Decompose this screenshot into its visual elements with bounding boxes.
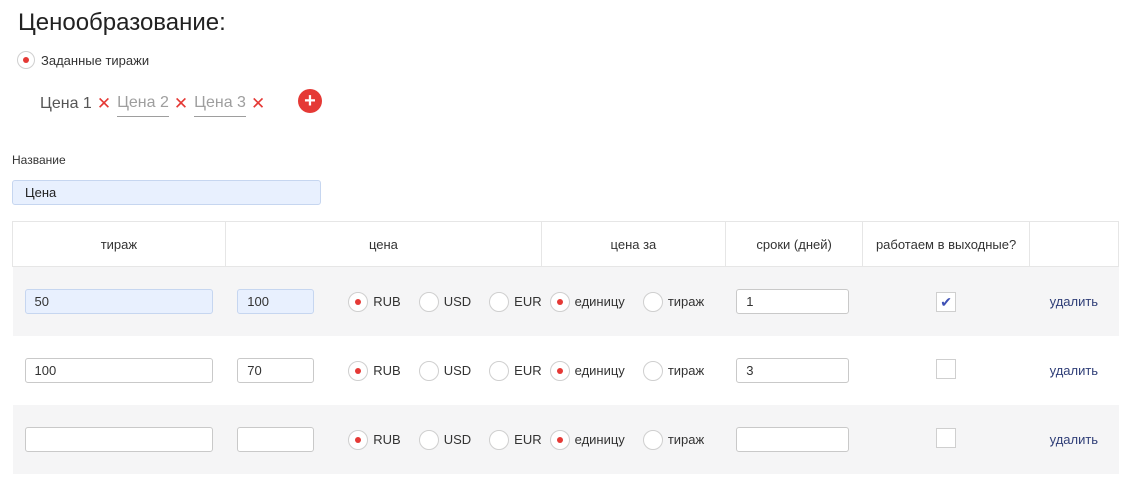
radio[interactable] xyxy=(418,360,439,381)
radio[interactable] xyxy=(348,429,369,450)
radio[interactable] xyxy=(489,429,510,450)
currency-option-eur[interactable]: EUR xyxy=(489,291,542,312)
option-label: EUR xyxy=(514,294,542,309)
currency-option-rub[interactable]: RUB xyxy=(348,291,401,312)
radio[interactable] xyxy=(549,291,570,312)
currency-option-eur[interactable]: EUR xyxy=(489,360,542,381)
table-row: RUB USD EUR единицу тираж ✔ удалить xyxy=(12,266,1119,336)
radio[interactable] xyxy=(549,360,570,381)
currency-option-eur[interactable]: EUR xyxy=(489,429,542,450)
close-icon[interactable]: ✕ xyxy=(251,94,265,117)
days-input[interactable] xyxy=(736,358,850,383)
weekend-checkbox[interactable] xyxy=(936,359,957,379)
option-label: USD xyxy=(443,363,472,378)
price-cell: RUB USD EUR xyxy=(225,289,542,314)
tab-price-3[interactable]: Цена 3 ✕ xyxy=(194,93,271,117)
option-label: RUB xyxy=(373,363,401,378)
option-label: EUR xyxy=(514,363,542,378)
price-input[interactable] xyxy=(237,358,315,383)
delete-link[interactable]: удалить xyxy=(1050,432,1098,447)
per-cell: единицу тираж xyxy=(542,429,726,450)
per-option-run[interactable]: тираж xyxy=(642,429,705,450)
currency-option-usd[interactable]: USD xyxy=(418,429,472,450)
radio[interactable] xyxy=(348,360,369,381)
tab-label[interactable]: Цена 2 xyxy=(117,93,169,117)
qty-input[interactable] xyxy=(24,427,213,452)
header-price-per: цена за xyxy=(541,221,726,267)
header-qty: тираж xyxy=(12,221,226,267)
currency-option-rub[interactable]: RUB xyxy=(348,360,401,381)
radio[interactable] xyxy=(348,291,369,312)
name-input[interactable] xyxy=(12,180,321,205)
option-label: тираж xyxy=(667,294,705,309)
per-option-unit[interactable]: единицу xyxy=(549,429,625,450)
price-tabs: Цена 1 ✕ Цена 2 ✕ Цена 3 ✕ xyxy=(40,93,271,117)
plus-icon[interactable]: + xyxy=(304,90,316,112)
pricing-mode-radio[interactable] xyxy=(17,51,35,69)
option-label: RUB xyxy=(373,432,401,447)
radio[interactable] xyxy=(549,429,570,450)
currency-option-usd[interactable]: USD xyxy=(418,360,472,381)
weekend-checkbox[interactable] xyxy=(936,428,957,448)
tab-price-2[interactable]: Цена 2 ✕ xyxy=(117,93,194,117)
radio[interactable] xyxy=(642,429,663,450)
per-option-unit[interactable]: единицу xyxy=(549,360,625,381)
per-option-run[interactable]: тираж xyxy=(642,291,705,312)
tab-label[interactable]: Цена 1 xyxy=(40,94,92,117)
radio[interactable] xyxy=(489,360,510,381)
currency-option-usd[interactable]: USD xyxy=(418,291,472,312)
tab-label[interactable]: Цена 3 xyxy=(194,93,246,117)
name-label: Название xyxy=(12,153,66,167)
per-cell: единицу тираж xyxy=(542,291,726,312)
option-label: тираж xyxy=(667,363,705,378)
per-cell: единицу тираж xyxy=(542,360,726,381)
table-header-row: тираж цена цена за сроки (днeй) работаем… xyxy=(12,221,1120,267)
per-option-run[interactable]: тираж xyxy=(642,360,705,381)
price-table: тираж цена цена за сроки (днeй) работаем… xyxy=(12,221,1120,474)
delete-link[interactable]: удалить xyxy=(1050,294,1098,309)
radio[interactable] xyxy=(418,291,439,312)
weekend-checkbox[interactable]: ✔ xyxy=(936,291,957,312)
option-label: тираж xyxy=(667,432,705,447)
tab-price-1[interactable]: Цена 1 ✕ xyxy=(40,94,117,117)
pricing-mode-option[interactable]: Заданные тиражи xyxy=(17,51,149,69)
table-row: RUB USD EUR единицу тираж удалить xyxy=(12,405,1119,474)
table-row: RUB USD EUR единицу тираж удалить xyxy=(12,336,1119,405)
price-input[interactable] xyxy=(237,289,315,314)
checkmark-icon: ✔ xyxy=(940,293,952,310)
pricing-mode-label: Заданные тиражи xyxy=(41,52,150,68)
price-input[interactable] xyxy=(237,427,315,452)
close-icon[interactable]: ✕ xyxy=(174,94,188,117)
qty-input[interactable] xyxy=(24,289,213,314)
option-label: USD xyxy=(443,432,472,447)
qty-input[interactable] xyxy=(24,358,213,383)
header-actions xyxy=(1028,221,1120,267)
option-label: USD xyxy=(443,294,472,309)
header-price: цена xyxy=(224,221,543,267)
radio[interactable] xyxy=(418,429,439,450)
radio[interactable] xyxy=(642,360,663,381)
add-price-button[interactable]: + xyxy=(298,89,322,113)
close-icon[interactable]: ✕ xyxy=(97,94,111,117)
per-option-unit[interactable]: единицу xyxy=(549,291,625,312)
header-weekends: работаем в выходные? xyxy=(862,221,1030,267)
option-label: единицу xyxy=(574,432,625,447)
page-title: Ценообразование: xyxy=(18,9,226,36)
radio[interactable] xyxy=(489,291,510,312)
currency-option-rub[interactable]: RUB xyxy=(348,429,401,450)
option-label: единицу xyxy=(574,294,625,309)
price-cell: RUB USD EUR xyxy=(225,427,542,452)
header-days: сроки (днeй) xyxy=(724,221,864,267)
days-input[interactable] xyxy=(736,427,850,452)
option-label: единицу xyxy=(574,363,625,378)
days-input[interactable] xyxy=(736,289,850,314)
price-cell: RUB USD EUR xyxy=(225,358,542,383)
option-label: RUB xyxy=(373,294,401,309)
delete-link[interactable]: удалить xyxy=(1050,363,1098,378)
option-label: EUR xyxy=(514,432,542,447)
radio[interactable] xyxy=(642,291,663,312)
